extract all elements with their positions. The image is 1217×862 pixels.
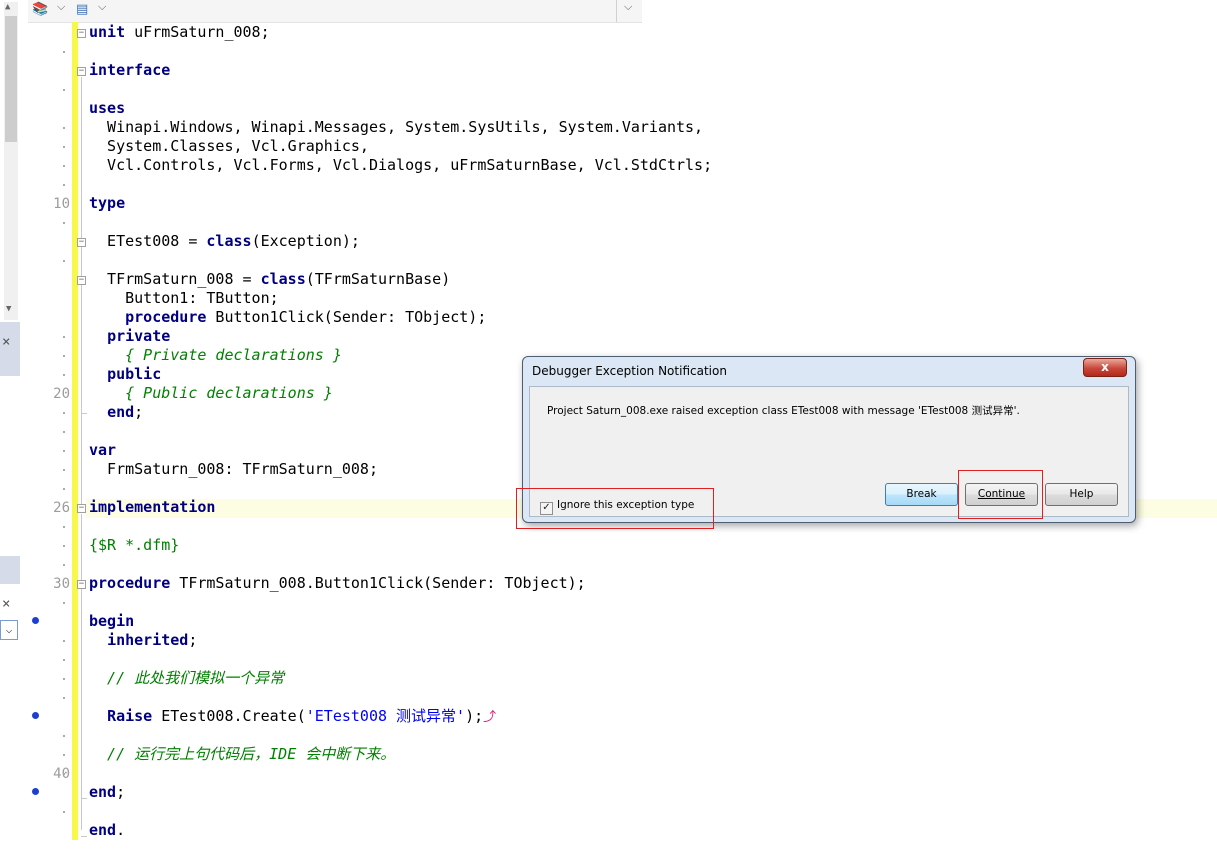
fold-toggle-icon[interactable]: −: [77, 580, 86, 589]
code-line: var: [89, 441, 117, 459]
code-line: end;: [107, 403, 144, 421]
break-button[interactable]: Break: [885, 483, 958, 506]
fold-toggle-icon[interactable]: −: [77, 29, 86, 38]
code-directive: {$R *.dfm}: [89, 536, 180, 554]
breakpoint-dot-icon[interactable]: [32, 617, 39, 624]
layout-icon[interactable]: ▤: [76, 2, 88, 17]
code-comment: { Public declarations }: [89, 384, 333, 402]
exception-location-arrow-icon: ⤴: [483, 710, 497, 725]
code-line: implementation: [89, 498, 216, 516]
toolbar-separator: [616, 0, 617, 22]
panel-close-icon[interactable]: ×: [2, 334, 10, 350]
code-line: FrmSaturn_008: TFrmSaturn_008;: [89, 460, 378, 478]
dropdown-arrow-icon-3[interactable]: ⌵: [624, 0, 632, 14]
line-number: 26: [53, 500, 70, 516]
code-line: System.Classes, Vcl.Graphics,: [89, 137, 369, 155]
code-comment: // 此处我们模拟一个异常: [89, 669, 285, 687]
editor-gutter[interactable]: 10 20 26 30 40: [28, 22, 74, 862]
code-line: inherited;: [107, 631, 198, 649]
line-number: 20: [53, 386, 70, 402]
help-button[interactable]: Help: [1045, 483, 1118, 506]
code-line: uses: [89, 99, 126, 117]
fold-toggle-icon[interactable]: −: [77, 67, 86, 76]
annotation-box-checkbox: [516, 488, 714, 529]
change-bar: [72, 22, 78, 840]
panel-blank: [0, 642, 20, 862]
exception-message: Project Saturn_008.exe raised exception …: [547, 405, 1020, 417]
dropdown-arrow-icon-2[interactable]: ⌵: [98, 0, 106, 14]
fold-toggle-icon[interactable]: −: [77, 276, 86, 285]
fold-toggle-icon[interactable]: −: [77, 504, 86, 513]
scroll-down-arrow-icon[interactable]: ▼: [6, 304, 11, 314]
code-line: begin: [89, 612, 135, 630]
code-line: public: [107, 365, 162, 383]
breakpoint-dot-icon[interactable]: [32, 788, 39, 795]
code-line: end.: [89, 821, 126, 839]
dialog-close-button[interactable]: x: [1083, 358, 1127, 377]
annotation-box-continue: [958, 470, 1043, 519]
vertical-scrollbar[interactable]: ▲ ▼: [4, 2, 18, 320]
scroll-up-arrow-icon[interactable]: ▲: [5, 2, 10, 12]
dialog-title: Debugger Exception Notification: [532, 364, 727, 378]
code-line: Vcl.Controls, Vcl.Forms, Vcl.Dialogs, uF…: [89, 156, 713, 174]
panel-close-icon-2[interactable]: ×: [2, 596, 10, 612]
breakpoint-dot-icon[interactable]: [32, 712, 39, 719]
editor-toolbar: 📚 ⌵ ▤ ⌵ ⌵: [28, 0, 642, 23]
code-line: Raise ETest008.Create('ETest008 测试异常');⤴: [107, 707, 497, 725]
code-comment: { Private declarations }: [89, 346, 342, 364]
fold-toggle-icon[interactable]: −: [77, 238, 86, 247]
line-number: 30: [53, 576, 70, 592]
code-line: procedure Button1Click(Sender: TObject);: [125, 308, 487, 326]
scrollbar-thumb[interactable]: [5, 16, 17, 142]
code-line: ETest008 = class(Exception);: [89, 232, 360, 250]
code-comment: // 运行完上句代码后，IDE 会中断下来。: [89, 745, 396, 763]
code-line: interface: [89, 61, 171, 79]
code-line: Button1: TButton;: [89, 289, 279, 307]
code-line: end;: [89, 783, 126, 801]
books-icon[interactable]: 📚: [32, 2, 48, 17]
code-line: TFrmSaturn_008 = class(TFrmSaturnBase): [89, 270, 451, 288]
line-number: 10: [53, 196, 70, 212]
code-line: unit uFrmSaturn_008;: [89, 23, 270, 41]
dropdown-arrow-icon[interactable]: ⌵: [57, 0, 65, 14]
panel-combo-dropdown[interactable]: ⌵: [0, 620, 18, 640]
code-line: procedure TFrmSaturn_008.Button1Click(Se…: [89, 574, 586, 592]
code-line: private: [107, 327, 171, 345]
left-dock-strip: ▲ ▼ × × ⌵: [0, 0, 20, 862]
panel-separator-2: [0, 556, 20, 584]
code-line: Winapi.Windows, Winapi.Messages, System.…: [89, 118, 704, 136]
code-line: type: [89, 194, 126, 212]
